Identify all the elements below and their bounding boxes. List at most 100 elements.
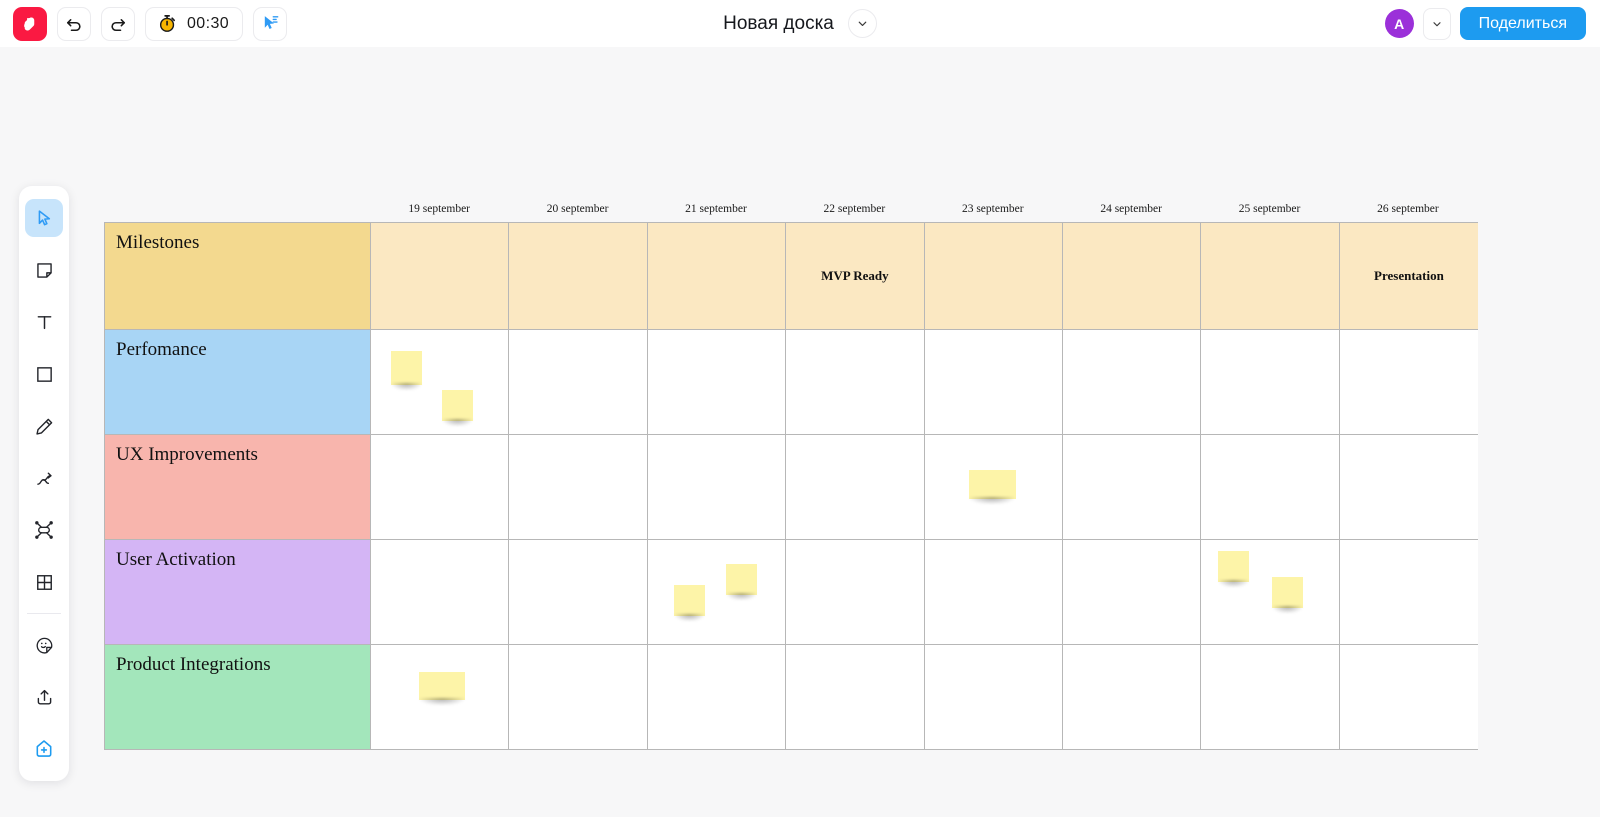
- table-cell[interactable]: [924, 223, 1063, 329]
- table-cell[interactable]: [786, 435, 925, 539]
- sidebar-item-more-apps[interactable]: [25, 730, 63, 768]
- table-row[interactable]: User Activation: [105, 539, 1479, 644]
- table-grid-icon: [36, 574, 52, 590]
- table-cell[interactable]: [1062, 540, 1202, 644]
- table-cell[interactable]: [786, 540, 925, 644]
- board-canvas[interactable]: 19 september 20 september 21 september 2…: [0, 47, 1600, 817]
- date-header-cell: 21 september: [685, 202, 747, 215]
- row-cells: [371, 435, 1479, 539]
- sticky-note[interactable]: [391, 351, 422, 385]
- sidebar-item-sticky-note[interactable]: [25, 251, 63, 289]
- table-cell[interactable]: [647, 223, 787, 329]
- table-cell[interactable]: [1062, 330, 1202, 434]
- row-cells: [371, 645, 1479, 749]
- table-cell[interactable]: [647, 540, 787, 644]
- sticky-note[interactable]: [968, 470, 1016, 499]
- board-title[interactable]: Новая доска: [723, 13, 834, 35]
- table-cell[interactable]: [371, 223, 510, 329]
- milestone-cell[interactable]: Presentation: [1339, 223, 1479, 329]
- undo-button[interactable]: [57, 6, 91, 41]
- board-menu-button[interactable]: [847, 9, 877, 38]
- pencil-icon: [35, 418, 52, 435]
- table-cell[interactable]: [509, 540, 648, 644]
- table-row[interactable]: UX Improvements: [105, 434, 1479, 539]
- timeline-table[interactable]: 19 september 20 september 21 september 2…: [104, 195, 1479, 750]
- table-cell[interactable]: [647, 645, 787, 749]
- redo-button[interactable]: [101, 6, 135, 41]
- table-cell[interactable]: [924, 540, 1063, 644]
- table-cell[interactable]: [1201, 435, 1340, 539]
- presentation-cursor-button[interactable]: [253, 6, 288, 41]
- row-header-user-activation[interactable]: User Activation: [105, 540, 371, 644]
- table-cell[interactable]: [924, 645, 1063, 749]
- row-cells: MVP Ready Presentation: [371, 223, 1479, 329]
- date-header-row: 19 september 20 september 21 september 2…: [104, 195, 1478, 222]
- sidebar-item-cursor-select[interactable]: [25, 199, 63, 237]
- table-cell[interactable]: [371, 540, 510, 644]
- table-row[interactable]: Perfomance: [105, 329, 1479, 434]
- sticky-note[interactable]: [1218, 551, 1250, 582]
- sidebar-item-shape[interactable]: [25, 355, 63, 393]
- stopwatch-icon: [159, 15, 175, 32]
- sticky-note[interactable]: [1272, 577, 1304, 608]
- chevron-down-icon: [858, 21, 867, 26]
- table-cell[interactable]: [786, 330, 925, 434]
- row-header-ux-improvements[interactable]: UX Improvements: [105, 435, 371, 539]
- table-cell[interactable]: [647, 330, 787, 434]
- table-cell[interactable]: [924, 330, 1063, 434]
- table-cell[interactable]: [786, 645, 925, 749]
- sticky-note[interactable]: [725, 564, 757, 595]
- curved-arrow-icon: [36, 472, 52, 485]
- milestone-cell[interactable]: MVP Ready: [786, 223, 925, 329]
- top-toolbar-right-group: A Поделиться: [1384, 0, 1586, 47]
- sidebar-item-text[interactable]: [25, 303, 63, 341]
- table-cell[interactable]: [509, 435, 648, 539]
- share-button[interactable]: Поделиться: [1459, 7, 1586, 40]
- square-shape-icon: [36, 366, 52, 382]
- table-cell[interactable]: [1062, 645, 1202, 749]
- sticky-note[interactable]: [419, 672, 465, 700]
- table-cell[interactable]: [1201, 330, 1340, 434]
- sidebar-item-frame[interactable]: [25, 511, 63, 549]
- table-row[interactable]: Product Integrations: [105, 644, 1479, 749]
- table-cell[interactable]: [1339, 540, 1479, 644]
- sidebar-item-table[interactable]: [25, 563, 63, 601]
- table-row[interactable]: Milestones MVP Ready Presentation: [105, 223, 1479, 329]
- sidebar-item-connector[interactable]: [25, 459, 63, 497]
- table-cell[interactable]: [1339, 645, 1479, 749]
- miro-logo-icon: [24, 17, 35, 31]
- table-cell[interactable]: [1201, 223, 1340, 329]
- redo-arrow-icon: [111, 18, 126, 31]
- table-cell[interactable]: [371, 435, 510, 539]
- sticky-note-icon: [36, 262, 52, 278]
- table-cell[interactable]: [509, 223, 648, 329]
- toolbar-divider: [27, 613, 61, 614]
- sidebar-item-upload[interactable]: [25, 678, 63, 716]
- sticky-note[interactable]: [442, 390, 473, 421]
- text-t-icon: [37, 315, 51, 329]
- app-logo[interactable]: [13, 6, 47, 41]
- home-plus-icon: [36, 740, 52, 757]
- table-cell[interactable]: [509, 330, 648, 434]
- table-cell[interactable]: [509, 645, 648, 749]
- top-toolbar-left-group: 00:30: [0, 6, 288, 41]
- table-cell[interactable]: [1339, 330, 1479, 434]
- row-header-perfomance[interactable]: Perfomance: [105, 330, 371, 434]
- avatar[interactable]: A: [1384, 9, 1414, 38]
- timer-button[interactable]: 00:30: [145, 6, 244, 41]
- table-cell[interactable]: [1062, 435, 1202, 539]
- table-cell[interactable]: [1339, 435, 1479, 539]
- sticky-note[interactable]: [673, 585, 705, 616]
- row-cells: [371, 330, 1479, 434]
- collaborators-menu-button[interactable]: [1422, 7, 1451, 40]
- sidebar-item-pen[interactable]: [25, 407, 63, 445]
- undo-arrow-icon: [66, 18, 81, 31]
- timeline-grid[interactable]: Milestones MVP Ready Presentation Perfomanc…: [104, 222, 1479, 750]
- table-cell[interactable]: [647, 435, 787, 539]
- row-header-milestones[interactable]: Milestones: [105, 223, 371, 329]
- table-cell[interactable]: [1201, 645, 1340, 749]
- sidebar-item-sticker[interactable]: [25, 626, 63, 664]
- table-cell[interactable]: [1062, 223, 1202, 329]
- row-header-product-integrations[interactable]: Product Integrations: [105, 645, 371, 749]
- row-cells: [371, 540, 1479, 644]
